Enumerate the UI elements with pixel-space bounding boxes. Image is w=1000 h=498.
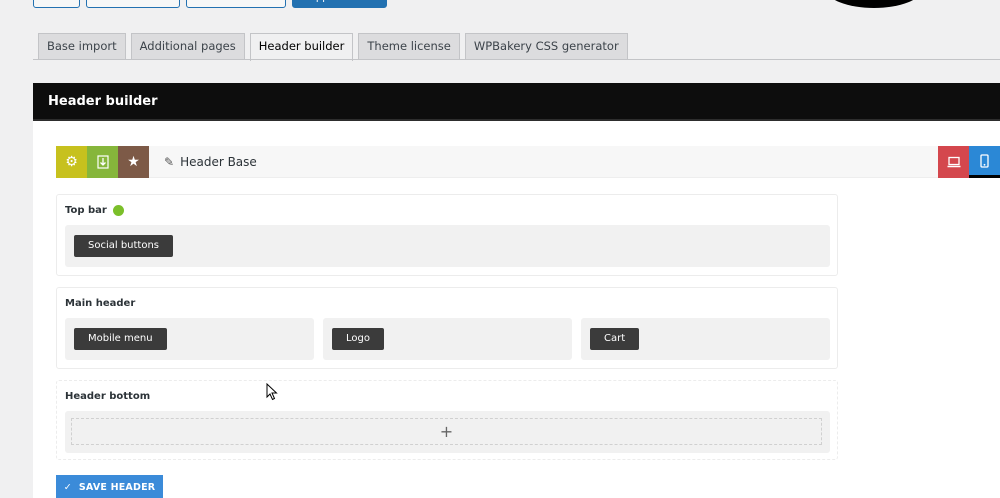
save-header-label: SAVE HEADER [78,481,156,493]
favorite-button[interactable]: ★ [118,146,149,178]
desktop-icon [947,156,960,168]
cart-element[interactable]: Cart [590,328,640,350]
header-toolbar: ⚙ ★ ✎ Header Base [56,146,1000,178]
header-bottom-heading: Header bottom [65,391,150,402]
header-bottom-label: Header bottom [65,391,151,402]
tab-base-import[interactable]: Base import [38,33,126,60]
mobile-icon [980,153,989,168]
gear-icon: ⚙ [65,154,78,170]
top-bar-section: Top bar Social buttons [56,194,838,276]
save-header-button[interactable]: ✓ SAVE HEADER [56,475,163,498]
main-header-center-column[interactable]: Logo [323,318,572,360]
check-icon: ✓ [63,481,72,493]
pencil-icon: ✎ [164,155,175,169]
star-icon: ★ [127,154,140,170]
import-button[interactable] [87,146,118,178]
main-header-heading: Main header [65,298,135,309]
header-name[interactable]: ✎ Header Base [164,146,257,178]
mobile-menu-element[interactable]: Mobile menu [74,328,167,350]
support-forum-link[interactable]: Support forum [292,0,387,8]
main-header-section: Main header Mobile menu Logo Cart [56,287,838,369]
tabs-divider [33,59,1000,60]
social-buttons-element[interactable]: Social buttons [74,235,174,257]
top-bar-heading: Top bar [65,205,124,216]
panel-title: Header builder [33,83,1000,121]
header-bottom-row: + [65,411,830,453]
mouse-cursor-icon [266,383,278,401]
tab-additional-pages[interactable]: Additional pages [130,33,245,60]
tab-wpbakery-css-generator[interactable]: WPBakery CSS generator [464,33,628,60]
plus-icon: + [439,422,454,441]
mobile-view-button[interactable] [969,146,1000,178]
settings-button[interactable]: ⚙ [56,146,87,178]
theme-logo [826,0,922,8]
import-icon [96,155,109,169]
header-bottom-section: Header bottom + [56,380,838,460]
tab-theme-license[interactable]: Theme license [358,33,460,60]
admin-tabs: Base import Additional pages Header buil… [38,33,628,61]
main-header-left-column[interactable]: Mobile menu [65,318,314,360]
rate-theme-link[interactable]: Rate our theme [186,0,287,8]
top-bar-label: Top bar [65,205,107,216]
tab-header-builder[interactable]: Header builder [249,33,354,61]
logo-element[interactable]: Logo [332,328,384,350]
add-element-button[interactable]: + [71,418,822,445]
main-header-label: Main header [65,298,136,309]
header-name-label: Header Base [180,155,257,169]
video-tutorials-link[interactable]: Video tutorials [85,0,181,8]
top-bar-row[interactable]: Social buttons [65,225,830,267]
docs-link[interactable]: Docs [33,0,80,8]
status-dot-icon [112,205,124,216]
main-header-right-column[interactable]: Cart [581,318,830,360]
header-builder-panel: Header builder ⚙ ★ ✎ Header Base Top bar… [33,83,1000,498]
top-links: Docs Video tutorials Rate our theme Supp… [33,0,387,8]
desktop-view-button[interactable] [938,146,969,178]
